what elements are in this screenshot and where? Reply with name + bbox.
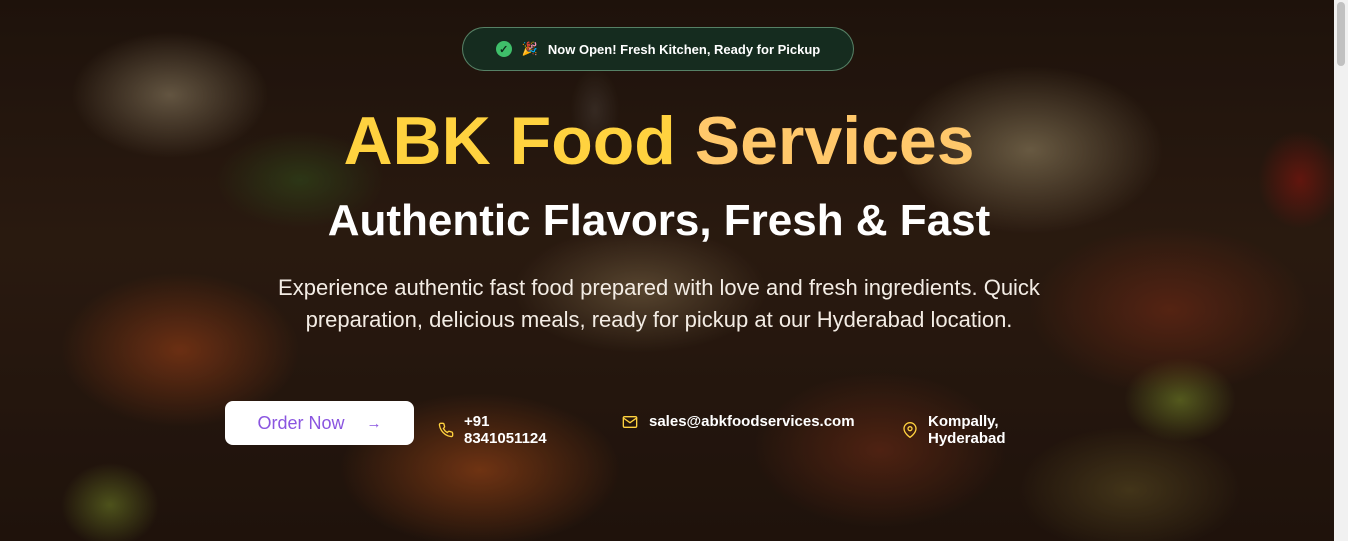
party-icon: 🎉: [521, 41, 538, 56]
contact-location[interactable]: Kompally, Hyderabad: [902, 413, 1008, 447]
contact-phone-text: +91 8341051124: [464, 413, 547, 447]
phone-icon: [438, 422, 454, 438]
contact-email-text: sales@abkfoodservices.com: [649, 413, 855, 430]
check-circle-icon: ✓: [495, 41, 512, 57]
hero-description: Experience authentic fast food prepared …: [278, 275, 1040, 332]
order-now-label: Order Now: [257, 412, 345, 433]
status-badge-text: Now Open! Fresh Kitchen, Ready for Picku…: [547, 41, 821, 57]
order-now-button[interactable]: Order Now →: [225, 401, 414, 445]
map-pin-icon: [902, 422, 918, 438]
contact-email[interactable]: sales@abkfoodservices.com: [621, 413, 855, 430]
contact-location-text: Kompally, Hyderabad: [928, 413, 1006, 447]
hero-title-part2: Services: [694, 103, 975, 179]
scrollbar-thumb[interactable]: [1337, 2, 1345, 66]
hero-subtitle: Authentic Flavors, Fresh & Fast: [327, 196, 991, 245]
hero-title-part1: ABK Food: [343, 103, 676, 179]
page-scrollbar[interactable]: [1334, 0, 1348, 541]
hero-title: ABK Food Services: [0, 100, 1318, 182]
mail-icon: [621, 414, 639, 430]
contact-phone[interactable]: +91 8341051124: [438, 413, 549, 447]
arrow-right-icon: →: [366, 414, 382, 432]
hero-background-image: [0, 0, 1334, 541]
status-badge: ✓ 🎉 Now Open! Fresh Kitchen, Ready for P…: [462, 27, 854, 71]
cta-row: Order Now → +91 8341051124 sales@abkfood…: [225, 401, 1006, 447]
